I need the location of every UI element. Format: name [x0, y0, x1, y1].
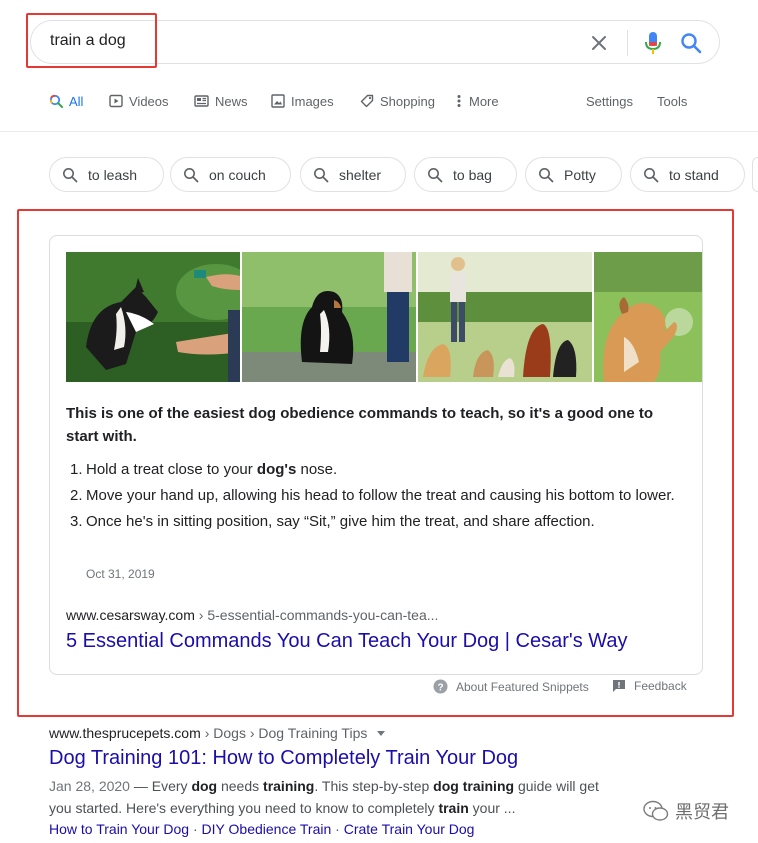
- snippet-keyword: dog training: [433, 778, 515, 794]
- snippet-text: . This step-by-step: [314, 778, 434, 794]
- tab-more[interactable]: More: [457, 91, 499, 111]
- search-icon: [644, 167, 659, 182]
- result-title-link[interactable]: Dog Training 101: How to Completely Trai…: [49, 747, 518, 770]
- chip-to-bag[interactable]: to bag: [414, 157, 517, 192]
- tab-news[interactable]: News: [194, 91, 248, 111]
- chip-on-couch[interactable]: on couch: [170, 157, 291, 192]
- tab-shopping[interactable]: Shopping: [360, 91, 435, 111]
- tab-label: Images: [291, 93, 334, 109]
- tab-label: More: [469, 93, 499, 109]
- image-icon: [271, 94, 285, 108]
- snippet-keyword: training: [263, 778, 315, 794]
- tab-label: News: [215, 93, 248, 109]
- result-breadcrumb: › Dogs › Dog Training Tips: [204, 725, 368, 741]
- snippet-text: needs: [217, 778, 264, 794]
- nav-divider: [0, 131, 758, 132]
- microphone-icon[interactable]: [641, 30, 665, 56]
- search-icon: [539, 167, 554, 182]
- result-domain: www.thesprucepets.com: [49, 725, 201, 741]
- wechat-icon: [643, 800, 669, 821]
- chip-to-leash[interactable]: to leash: [49, 157, 164, 192]
- tab-label: Videos: [129, 93, 169, 109]
- snippet-keyword: dog: [191, 778, 218, 794]
- sitelink-how-to-train[interactable]: How to Train Your Dog: [49, 821, 189, 837]
- result-snippet: Jan 28, 2020 — Every dog needs training.…: [49, 775, 619, 819]
- chip-to-stand[interactable]: to stand: [630, 157, 745, 192]
- search-icon: [63, 167, 78, 182]
- search-divider: [627, 30, 628, 56]
- caret-down-icon[interactable]: [375, 727, 387, 739]
- tab-label: Shopping: [380, 93, 435, 109]
- tab-images[interactable]: Images: [271, 91, 334, 111]
- chip-overflow[interactable]: [752, 157, 758, 192]
- chip-shelter[interactable]: shelter: [300, 157, 406, 192]
- search-icon: [49, 94, 63, 108]
- sitelink-crate-train[interactable]: Crate Train Your Dog: [344, 821, 475, 837]
- tab-videos[interactable]: Videos: [109, 91, 169, 111]
- settings-link[interactable]: Settings: [586, 91, 633, 111]
- search-icon: [428, 167, 443, 182]
- video-icon: [109, 94, 123, 108]
- clear-icon[interactable]: [587, 31, 611, 55]
- chip-potty[interactable]: Potty: [525, 157, 622, 192]
- snippet-text: your ...: [468, 800, 516, 816]
- snippet-keyword: train: [438, 800, 469, 816]
- search-icon[interactable]: [679, 31, 703, 55]
- tab-label: All: [69, 93, 84, 109]
- snippet-highlight-box: [17, 209, 734, 717]
- result-sitelinks: How to Train Your Dog · DIY Obedience Tr…: [49, 821, 475, 837]
- search-icon: [184, 167, 199, 182]
- sitelink-diy-obedience[interactable]: DIY Obedience Train: [202, 821, 332, 837]
- result-url[interactable]: www.thesprucepets.com › Dogs › Dog Train…: [49, 725, 387, 741]
- tools-link[interactable]: Tools: [657, 91, 687, 111]
- tab-all[interactable]: All: [49, 91, 83, 111]
- result-date: Jan 28, 2020: [49, 778, 130, 794]
- news-icon: [194, 95, 209, 107]
- more-vert-icon: [457, 95, 461, 107]
- search-icon: [314, 167, 329, 182]
- tag-icon: [360, 94, 374, 108]
- snippet-text: — Every: [129, 778, 192, 794]
- watermark: 黑贸君: [643, 798, 729, 824]
- query-highlight-box: [26, 13, 157, 68]
